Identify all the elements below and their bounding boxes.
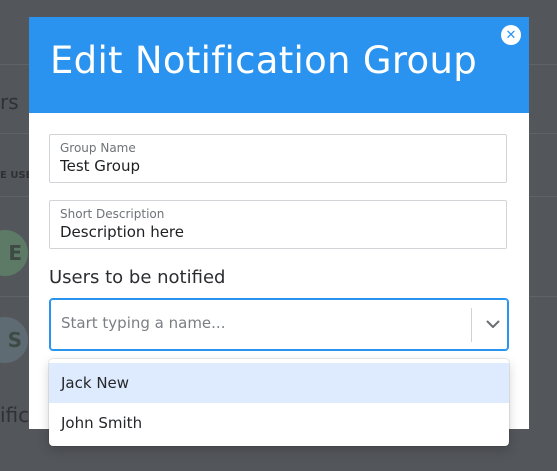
short-description-input[interactable] [60,223,490,241]
background-avatar: E [0,230,28,276]
group-name-label: Group Name [60,141,136,155]
select-separator [471,308,472,342]
modal-title: Edit Notification Group [50,39,478,82]
modal-header: Edit Notification Group ✕ [29,17,529,113]
user-option-john-smith[interactable]: John Smith [49,403,509,443]
background-column-fragment: E USE [0,170,33,181]
users-select[interactable] [49,298,509,351]
background-heading-fragment: rs [0,90,19,114]
user-option-jack-new[interactable]: Jack New [49,363,509,403]
group-name-field[interactable]: Group Name [49,134,507,183]
chevron-down-icon [486,320,500,328]
users-search-input[interactable] [61,314,461,332]
short-description-label: Short Description [60,207,165,221]
group-name-input[interactable] [60,157,490,175]
close-button[interactable]: ✕ [501,25,521,45]
users-to-notify-heading: Users to be notified [49,267,226,288]
short-description-field[interactable]: Short Description [49,200,507,249]
dropdown-toggle[interactable] [482,313,504,335]
users-dropdown-menu: Jack New John Smith [49,359,509,446]
background-avatar: S [0,317,28,363]
close-icon: ✕ [505,27,517,43]
